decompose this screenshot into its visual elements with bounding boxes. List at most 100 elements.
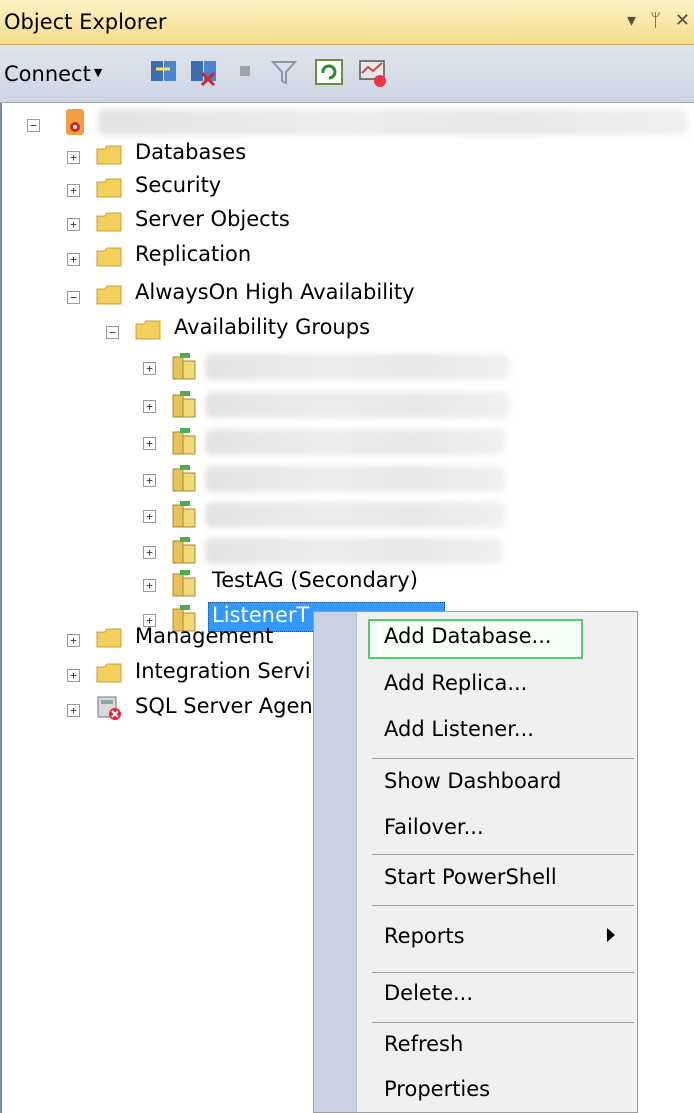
expand-icon[interactable]: + <box>67 634 80 647</box>
submenu-arrow-icon <box>607 928 615 942</box>
refresh-icon[interactable] <box>314 57 344 87</box>
availability-group-icon <box>172 353 196 380</box>
menu-separator <box>372 854 634 855</box>
menu-item-add-replica[interactable]: Add Replica... <box>384 671 527 695</box>
tree-node-sql-server-agent[interactable]: + SQL Server Agen <box>0 682 313 720</box>
window-controls: ▾ ᛘ ✕ <box>627 10 690 31</box>
stop-icon[interactable] <box>236 57 256 87</box>
collapse-icon[interactable]: − <box>27 119 40 132</box>
connect-dropdown-icon[interactable]: ▼ <box>94 66 102 79</box>
tree-node-availability-groups[interactable]: − Availability Groups <box>0 314 460 346</box>
tree-node-integration-services[interactable]: + Integration Servi <box>0 647 311 683</box>
availability-group-icon <box>172 537 196 564</box>
collapse-icon[interactable]: − <box>106 326 119 339</box>
availability-group-icon <box>172 465 196 492</box>
expand-icon[interactable]: + <box>143 400 156 413</box>
tree-node-server[interactable]: − <box>0 105 694 137</box>
redacted-name <box>205 392 510 418</box>
disconnect-icon[interactable] <box>188 57 218 87</box>
availability-group-icon <box>172 428 196 455</box>
menu-separator <box>372 758 634 759</box>
availability-group-icon <box>172 570 196 597</box>
availability-group-icon <box>172 391 196 418</box>
menu-separator <box>372 1022 634 1023</box>
tree-node-ag-redacted[interactable]: + <box>0 498 520 530</box>
menu-separator <box>372 972 634 973</box>
expand-icon[interactable]: + <box>67 669 80 682</box>
menu-item-add-database[interactable]: Add Database... <box>384 624 552 648</box>
tree-node-testag[interactable]: + TestAG (Secondary) <box>0 567 460 599</box>
expand-icon[interactable]: + <box>143 437 156 450</box>
tree-label: Server Objects <box>135 207 290 231</box>
folder-icon <box>96 145 122 165</box>
expand-icon[interactable]: + <box>67 184 80 197</box>
filter-icon[interactable] <box>270 57 298 87</box>
expand-icon[interactable]: + <box>67 253 80 266</box>
redacted-name <box>205 466 505 492</box>
panel-title: Object Explorer <box>4 10 167 34</box>
tree-node-server-objects[interactable]: + Server Objects <box>0 206 400 238</box>
folder-icon <box>96 212 122 232</box>
menu-separator <box>372 905 634 906</box>
tree-node-ag-redacted[interactable]: + <box>0 350 520 382</box>
expand-icon[interactable]: + <box>143 579 156 592</box>
tree-label: Availability Groups <box>174 315 371 339</box>
tree-label: Security <box>135 173 222 197</box>
folder-open-icon <box>135 320 161 340</box>
close-icon[interactable]: ✕ <box>675 10 690 31</box>
tree-label: AlwaysOn High Availability <box>135 280 415 304</box>
availability-group-icon <box>172 501 196 528</box>
toolbar: Connect ▼ <box>0 45 694 103</box>
redacted-name <box>205 354 510 380</box>
expand-icon[interactable]: + <box>143 362 156 375</box>
menu-item-delete[interactable]: Delete... <box>384 981 473 1005</box>
tree-node-management[interactable]: + Management <box>0 612 310 648</box>
activity-monitor-icon[interactable] <box>358 57 388 89</box>
expand-icon[interactable]: + <box>67 151 80 164</box>
folder-open-icon <box>96 285 122 305</box>
tree-node-alwayson[interactable]: − AlwaysOn High Availability <box>0 279 460 311</box>
tree-label: Management <box>135 624 274 648</box>
tree-node-ag-redacted[interactable]: + <box>0 534 520 566</box>
connect-object-explorer-icon[interactable] <box>148 57 178 87</box>
tree-node-ag-redacted[interactable]: + <box>0 425 520 457</box>
expand-icon[interactable]: + <box>143 546 156 559</box>
expand-icon[interactable]: + <box>67 218 80 231</box>
expand-icon[interactable]: + <box>67 704 80 717</box>
menu-item-failover[interactable]: Failover... <box>384 815 484 839</box>
pin-icon[interactable]: ᛘ <box>650 10 661 31</box>
menu-item-show-dashboard[interactable]: Show Dashboard <box>384 769 561 793</box>
sql-agent-icon <box>97 696 121 720</box>
tree-node-databases[interactable]: + Databases <box>0 139 400 171</box>
tree-label: Integration Servi <box>135 659 311 683</box>
redacted-name <box>205 429 505 455</box>
tree-node-replication[interactable]: + Replication <box>0 241 400 273</box>
folder-icon <box>96 178 122 198</box>
collapse-icon[interactable]: − <box>67 291 80 304</box>
expand-icon[interactable]: + <box>143 510 156 523</box>
menu-item-start-powershell[interactable]: Start PowerShell <box>384 865 557 889</box>
tree-label: Replication <box>135 242 252 266</box>
tree-node-ag-redacted[interactable]: + <box>0 462 520 494</box>
tree-node-ag-redacted[interactable]: + <box>0 388 520 420</box>
redacted-server-name <box>98 109 688 135</box>
redacted-name <box>205 538 503 564</box>
object-explorer-titlebar: Object Explorer ▾ ᛘ ✕ <box>0 0 694 45</box>
tree-node-security[interactable]: + Security <box>0 172 400 204</box>
menu-item-properties[interactable]: Properties <box>384 1077 490 1101</box>
folder-icon <box>96 247 122 267</box>
menu-item-reports[interactable]: Reports <box>384 924 465 948</box>
tree-label: Databases <box>135 140 247 164</box>
menu-item-refresh[interactable]: Refresh <box>384 1032 463 1056</box>
menu-item-add-listener[interactable]: Add Listener... <box>384 717 534 741</box>
expand-icon[interactable]: + <box>143 474 156 487</box>
connect-button[interactable]: Connect ▼ <box>4 62 102 86</box>
folder-icon <box>96 663 122 683</box>
context-menu: Add Database... Add Replica... Add Liste… <box>313 611 638 1113</box>
tree-label: TestAG (Secondary) <box>212 568 418 592</box>
dropdown-icon[interactable]: ▾ <box>627 10 636 31</box>
menu-gutter <box>314 612 357 1112</box>
folder-icon <box>96 628 122 648</box>
redacted-name <box>205 502 505 528</box>
server-icon <box>66 109 84 135</box>
